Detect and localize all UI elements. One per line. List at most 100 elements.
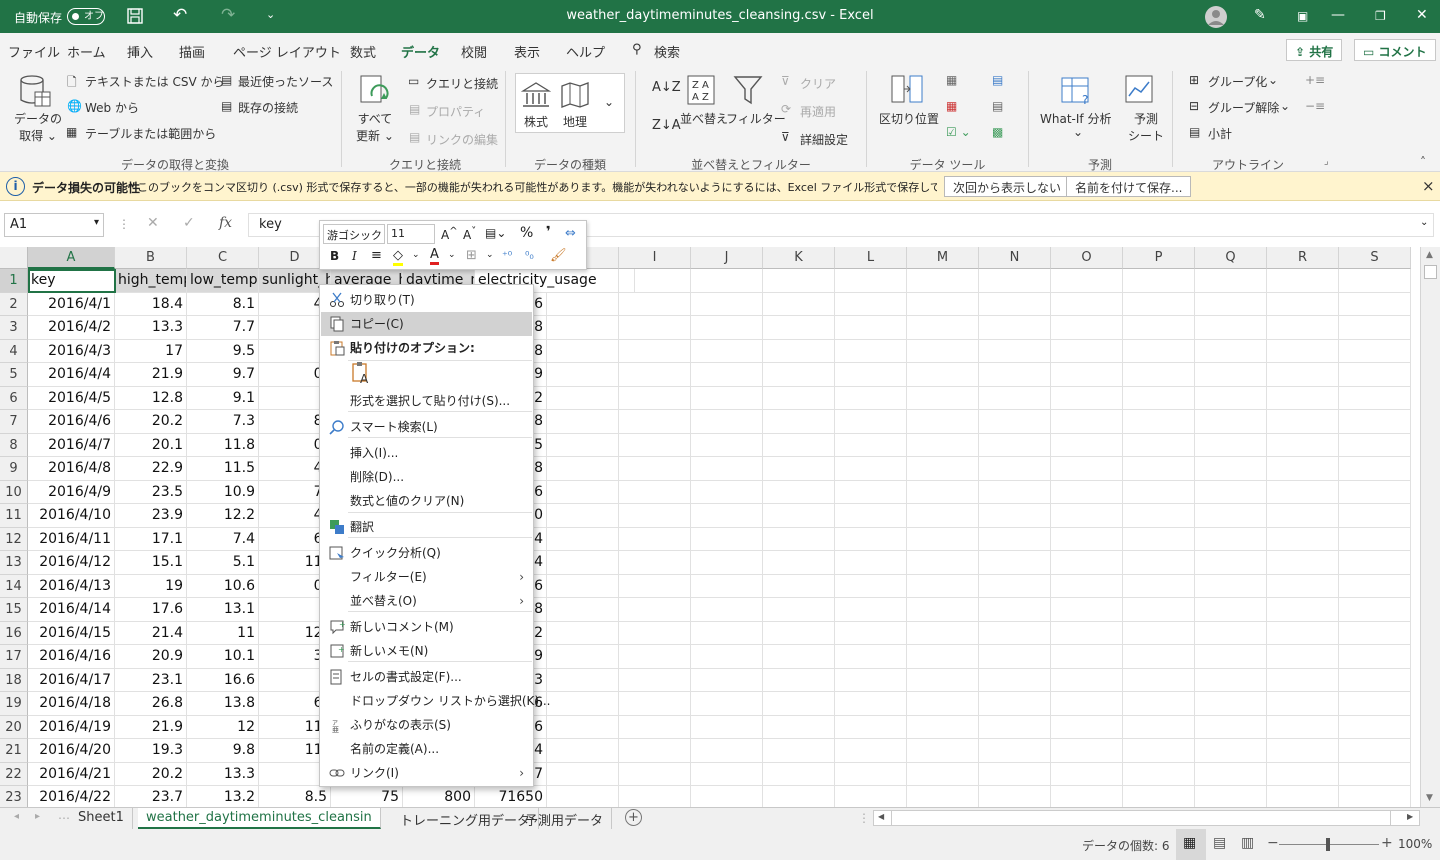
table-cell[interactable] <box>763 645 835 669</box>
row-header[interactable]: 3 <box>0 316 28 340</box>
table-cell[interactable] <box>979 504 1051 528</box>
column-header-k[interactable]: K <box>763 247 835 269</box>
table-cell[interactable] <box>547 457 619 481</box>
row-header[interactable]: 19 <box>0 692 28 716</box>
tab-home[interactable]: ホーム <box>67 42 106 61</box>
table-cell[interactable] <box>907 292 979 316</box>
scroll-right-icon[interactable]: ▶ <box>1407 812 1413 821</box>
table-cell[interactable] <box>1195 645 1267 669</box>
tab-review[interactable]: 校閲 <box>461 42 487 61</box>
tab-help[interactable]: ヘルプ <box>566 42 605 61</box>
table-cell[interactable] <box>1123 551 1195 575</box>
table-cell[interactable] <box>1051 527 1123 551</box>
paste-option-button[interactable]: A <box>350 361 374 386</box>
format-painter-icon[interactable]: 🖌 <box>550 248 567 263</box>
table-cell[interactable] <box>619 527 691 551</box>
table-cell[interactable] <box>619 457 691 481</box>
table-cell[interactable] <box>1267 292 1339 316</box>
table-cell[interactable] <box>1051 786 1123 807</box>
table-cell[interactable] <box>979 692 1051 716</box>
table-cell[interactable]: 13.2 <box>187 786 259 807</box>
table-cell[interactable] <box>763 269 835 293</box>
pen-icon[interactable]: ✎ <box>1254 7 1266 23</box>
table-cell[interactable] <box>763 504 835 528</box>
context-menu-item[interactable]: フィルター(E) › <box>321 565 532 589</box>
wrap-icon[interactable]: ⇔ <box>565 226 576 241</box>
table-cell[interactable] <box>1051 410 1123 434</box>
table-cell[interactable] <box>835 739 907 763</box>
table-cell[interactable] <box>763 386 835 410</box>
column-header-c[interactable]: C <box>187 247 259 269</box>
table-cell[interactable]: 20.1 <box>115 433 187 457</box>
table-cell[interactable] <box>1051 621 1123 645</box>
table-cell[interactable]: 2016/4/22 <box>28 786 115 807</box>
table-cell[interactable] <box>547 598 619 622</box>
table-cell[interactable]: 5.1 <box>187 551 259 575</box>
group-button[interactable]: グループ化 <box>1208 73 1267 90</box>
table-cell[interactable]: 10.6 <box>187 574 259 598</box>
table-cell[interactable]: 2016/4/9 <box>28 480 115 504</box>
context-menu-item[interactable]: 数式と値のクリア(N) <box>321 489 532 513</box>
table-cell[interactable] <box>1051 339 1123 363</box>
table-cell[interactable] <box>763 551 835 575</box>
table-cell[interactable] <box>619 269 691 293</box>
minimize-icon[interactable]: — <box>1331 7 1345 23</box>
table-cell[interactable] <box>1123 621 1195 645</box>
table-cell[interactable]: 7.4 <box>187 527 259 551</box>
table-cell[interactable] <box>835 433 907 457</box>
table-cell[interactable] <box>619 598 691 622</box>
table-cell[interactable] <box>1267 339 1339 363</box>
table-cell[interactable] <box>1339 621 1411 645</box>
row-header[interactable]: 16 <box>0 621 28 645</box>
table-cell[interactable] <box>1123 574 1195 598</box>
table-cell[interactable]: 13.1 <box>187 598 259 622</box>
edit-links-button[interactable]: リンクの編集 <box>426 131 498 148</box>
table-cell[interactable] <box>1051 598 1123 622</box>
table-cell[interactable] <box>763 433 835 457</box>
column-header-n[interactable]: N <box>979 247 1051 269</box>
table-cell[interactable] <box>691 598 763 622</box>
table-cell[interactable]: 7.3 <box>187 410 259 434</box>
table-cell[interactable] <box>1195 786 1267 807</box>
table-cell[interactable]: 23.7 <box>115 786 187 807</box>
row-header[interactable]: 11 <box>0 504 28 528</box>
number-format-icon[interactable]: ▤⌄ <box>485 226 506 240</box>
table-cell[interactable] <box>691 316 763 340</box>
table-cell[interactable] <box>1195 410 1267 434</box>
tab-page-layout[interactable]: ページ レイアウト <box>233 42 341 61</box>
context-menu-item[interactable]: コピー(C) <box>321 312 532 336</box>
properties-button[interactable]: プロパティ <box>426 103 485 120</box>
prev-sheet-icon[interactable]: ◂ <box>14 811 19 822</box>
table-cell[interactable] <box>1051 762 1123 786</box>
fill-color-icon[interactable]: ◇ <box>393 248 403 266</box>
table-cell[interactable] <box>979 645 1051 669</box>
table-cell[interactable] <box>1051 433 1123 457</box>
table-cell[interactable] <box>1267 504 1339 528</box>
borders-icon[interactable]: ⊞ <box>466 248 477 263</box>
table-cell[interactable] <box>547 621 619 645</box>
search-box[interactable]: 検索 <box>654 42 680 61</box>
table-cell[interactable] <box>619 645 691 669</box>
table-cell[interactable] <box>1051 668 1123 692</box>
table-cell[interactable] <box>1267 574 1339 598</box>
table-cell[interactable] <box>1123 739 1195 763</box>
table-cell[interactable]: high_temp <box>115 269 187 293</box>
table-cell[interactable]: 20.2 <box>115 762 187 786</box>
table-cell[interactable] <box>1195 316 1267 340</box>
table-cell[interactable] <box>1195 339 1267 363</box>
table-cell[interactable] <box>691 668 763 692</box>
table-cell[interactable] <box>835 339 907 363</box>
table-cell[interactable]: 26.8 <box>115 692 187 716</box>
ungroup-dropdown-icon[interactable]: ⌄ <box>1280 99 1290 113</box>
table-cell[interactable]: 9.8 <box>187 739 259 763</box>
table-cell[interactable] <box>1123 645 1195 669</box>
subtotal-button[interactable]: 小計 <box>1208 125 1232 142</box>
row-header[interactable]: 1 <box>0 269 28 293</box>
tab-view[interactable]: 表示 <box>514 42 540 61</box>
column-header-r[interactable]: R <box>1267 247 1339 269</box>
context-menu-item[interactable]: 貼り付けのオプション: <box>321 336 532 360</box>
table-cell[interactable] <box>1339 527 1411 551</box>
text-to-columns-button[interactable]: 区切り位置 <box>879 110 939 127</box>
row-header[interactable]: 20 <box>0 715 28 739</box>
zoom-in-icon[interactable]: + <box>1381 835 1393 851</box>
